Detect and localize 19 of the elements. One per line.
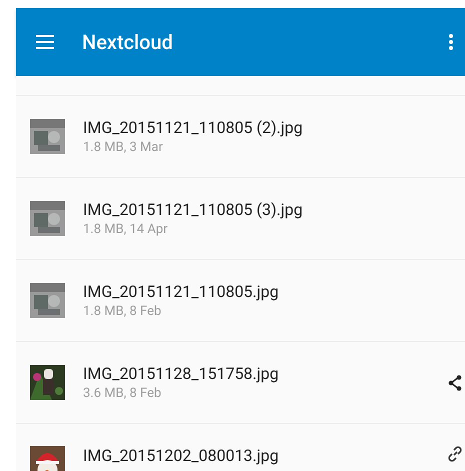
file-name: IMG_20151121_110805.jpg [83,282,280,301]
more-options-icon[interactable] [449,34,453,50]
link-icon[interactable] [448,446,462,462]
file-details: 1.8 MB, 3 Mar [83,140,164,155]
file-details: 1.8 MB, 8 Feb [83,304,162,319]
file-row[interactable]: IMG_20151121_110805 (3).jpg 1.8 MB, 14 Apr [16,178,465,260]
file-row[interactable]: IMG_20151121_110805 (2).jpg 1.8 MB, 3 Mar [16,96,465,178]
file-name: IMG_20151128_151758.jpg [83,364,280,383]
file-row[interactable]: IMG_20151121_110805.jpg 1.8 MB, 8 Feb [16,260,465,342]
file-row[interactable]: IMG_20151128_151758.jpg 3.6 MB, 8 Feb [16,342,465,424]
file-details: 3.6 MB, 8 Feb [83,386,162,401]
file-name: IMG_20151121_110805 (3).jpg [83,200,304,219]
share-icon[interactable] [448,374,462,390]
app-title: Nextcloud [82,30,174,54]
file-row[interactable]: IMG_20151202_080013.jpg [16,424,465,471]
file-name: IMG_20151202_080013.jpg [83,446,280,465]
menu-icon[interactable] [36,35,54,49]
file-details: 1.8 MB, 14 Apr [83,222,169,237]
file-name: IMG_20151121_110805 (2).jpg [83,118,304,137]
